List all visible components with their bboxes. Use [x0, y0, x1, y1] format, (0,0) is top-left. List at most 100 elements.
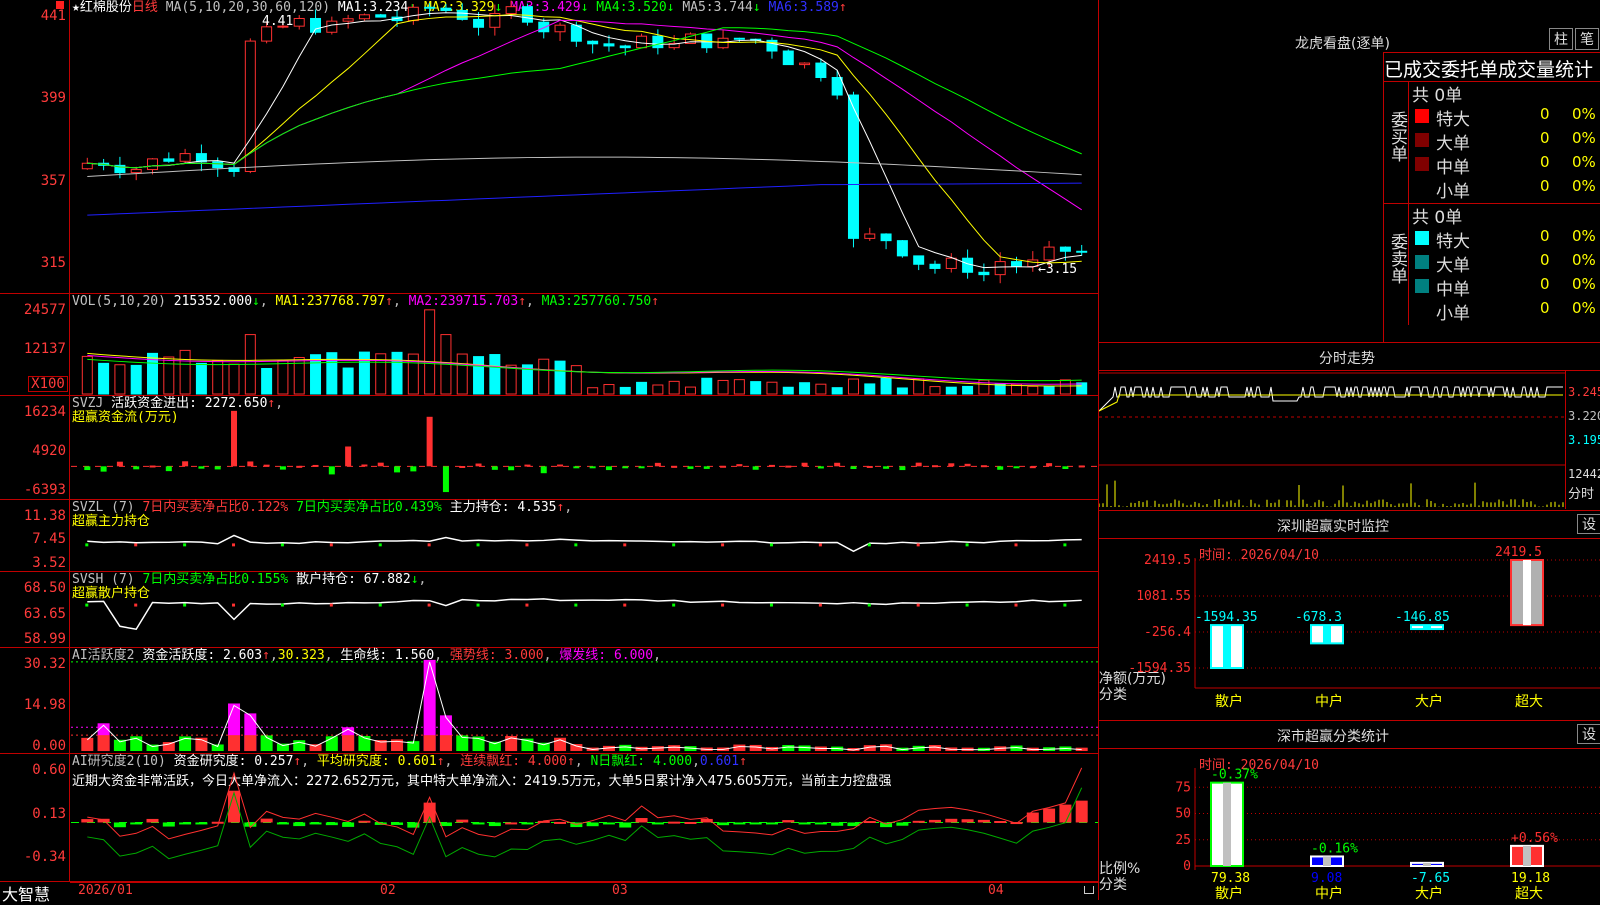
monitor-chart[interactable]: 2419.51081.55-256.4-1594.35-1594.35散户-67…: [1099, 538, 1600, 720]
class-change-label: -0.37%: [1211, 768, 1258, 783]
indicator-mark: [672, 543, 676, 547]
order-count: 0: [1540, 299, 1550, 317]
class-settings-button[interactable]: 设: [1577, 724, 1600, 744]
monitor-bar-stripe: [1223, 625, 1231, 668]
indicator-mark: [574, 603, 578, 607]
volume-pane[interactable]: 24577 12137 X100 VOL(5,10,20) 215352.000…: [0, 294, 1098, 396]
order-type: 中单: [1436, 280, 1470, 300]
buy-side-text: 委买单: [1387, 111, 1407, 162]
x-tick: 04: [988, 883, 1004, 898]
kline-pane[interactable]: 441 399 357 315 ★红棉股份日线 MA(5,10,20,30,60…: [0, 0, 1098, 294]
bar-mode-button[interactable]: 柱: [1549, 28, 1573, 50]
ai-res-y-tick: 0.60: [32, 762, 66, 778]
research-bar: [586, 822, 599, 827]
svzl-plot[interactable]: [71, 500, 1098, 571]
volume-plot[interactable]: [71, 294, 1098, 395]
ai-act-y-tick: 14.98: [23, 697, 66, 713]
candle-body: [962, 257, 974, 273]
menu-icon[interactable]: [56, 1, 64, 9]
kline-plot[interactable]: [71, 0, 1098, 293]
candle-body: [1076, 250, 1088, 253]
research-bar: [521, 822, 534, 825]
class-category-label: 超大: [1515, 886, 1543, 900]
ai-activity-pane[interactable]: 30.32 14.98 0.00 AI活跃度2 资金活跃度: 2.603↑,30…: [0, 648, 1098, 754]
research-bar: [391, 822, 404, 825]
candle-body: [636, 35, 648, 49]
flow-bar: [133, 466, 140, 470]
lock-icon[interactable]: [1084, 886, 1094, 894]
volume-bar: [179, 349, 191, 395]
research-bar: [195, 822, 208, 825]
monitor-y-tick: -256.4: [1144, 625, 1191, 640]
class-y-tick: 50: [1175, 807, 1191, 822]
sell-row: 中单 0 0%: [1408, 275, 1600, 300]
class-y-tick: 75: [1175, 780, 1191, 795]
candle-body: [407, 6, 419, 22]
indicator-mark: [867, 603, 871, 607]
flow-bar: [948, 463, 955, 467]
sell-row: 小单 0 0%: [1408, 299, 1600, 324]
ai-research-pane[interactable]: 0.60 0.13 -0.34 AI研究度2(10) 资金研究度: 0.257↑…: [0, 754, 1098, 882]
svzl-y-tick: 7.45: [32, 531, 66, 547]
volume-bar: [766, 381, 778, 395]
monitor-value-label: -1594.35: [1195, 610, 1258, 625]
svsh-plot[interactable]: [71, 572, 1098, 647]
ai-activity-plot[interactable]: [71, 648, 1098, 753]
monitor-settings-button[interactable]: 设: [1577, 514, 1600, 534]
flow-bar: [540, 466, 547, 474]
color-swatch: [1415, 279, 1429, 293]
monitor-panel[interactable]: 深圳超赢实时监控 设 时间: 2026/04/10 2419.5 1081.55-…: [1099, 510, 1600, 720]
order-count: 0: [1540, 177, 1550, 195]
candle-body: [456, 9, 468, 20]
research-bar: [945, 818, 958, 823]
flow-bar: [279, 466, 286, 470]
research-bar: [602, 822, 615, 825]
x-tick: 2026/01: [78, 883, 133, 898]
svsh-pane[interactable]: 68.50 63.65 58.99 SVSH (7) 7日内买卖净占比0.155…: [0, 572, 1098, 648]
class-ratio-label: 79.38: [1211, 871, 1250, 886]
candle-body: [896, 240, 908, 257]
research-bar: [309, 822, 322, 825]
svzj-plot[interactable]: [71, 396, 1098, 499]
svzj-pane[interactable]: 16234 4920 -6393 SVZJ 活跃资金进出: 2272.650↑,…: [0, 396, 1098, 500]
volume-bar: [277, 360, 289, 395]
ai-res-y-tick: 0.13: [32, 806, 66, 822]
volume-bar: [489, 354, 501, 395]
ai-research-plot[interactable]: [71, 754, 1098, 881]
monitor-bar-stripe: [1523, 560, 1531, 626]
order-pct: 0%: [1572, 105, 1596, 123]
flow-bar: [198, 466, 205, 469]
svzj-y-tick: 4920: [32, 443, 66, 459]
svzl-y-tick: 11.38: [23, 508, 66, 524]
svsh-y-tick: 63.65: [23, 606, 66, 622]
research-bar: [961, 819, 974, 823]
indicator-mark: [769, 543, 773, 547]
class-category-label: 中户: [1315, 885, 1343, 900]
class-chart[interactable]: 75 50 25 0 -0.37% 79.38散户 -0.16% 9.08中户 -7.65大户 +…: [1099, 748, 1600, 900]
right-panel: 龙虎看盘(逐单) 柱 笔 已成交委托单成交量统计 委买单 共 0单 特大 0 0% 大…: [1098, 0, 1600, 900]
volume-y-axis: 24577 12137 X100: [0, 294, 70, 395]
candle-body: [342, 18, 354, 22]
candle-body: [424, 6, 436, 9]
indicator-mark: [525, 543, 529, 547]
monitor-title: 深圳超赢实时监控: [1277, 519, 1389, 535]
intraday-plot[interactable]: [1099, 371, 1565, 509]
svsh-y-axis: 68.50 63.65 58.99: [0, 572, 70, 647]
indicator-line: [87, 534, 1082, 553]
class-bar-stripe: [1523, 845, 1531, 866]
class-panel[interactable]: 深市超赢分类统计 设 时间: 2026/04/10 75 50 25 0 -0.37% 7…: [1099, 720, 1600, 900]
svzl-pane[interactable]: 11.38 7.45 3.52 SVZL (7) 7日内买卖净占比0.122% …: [0, 500, 1098, 572]
buy-row: 特大 0 0%: [1408, 105, 1600, 130]
flow-bar: [84, 466, 91, 471]
candle-body: [619, 45, 631, 49]
volume-bar: [913, 378, 925, 395]
tick-mode-button[interactable]: 笔: [1575, 28, 1599, 50]
volume-bar: [896, 387, 908, 395]
candle-body: [521, 6, 533, 23]
intraday-panel[interactable]: 分时走势 3.245 3.220 3.195 12442 分时: [1099, 342, 1600, 510]
flow-bar: [475, 463, 482, 467]
order-count: 0: [1540, 153, 1550, 171]
volume-bar: [98, 362, 110, 395]
candle-body: [375, 14, 387, 18]
sell-total: 共 0单: [1412, 208, 1463, 228]
